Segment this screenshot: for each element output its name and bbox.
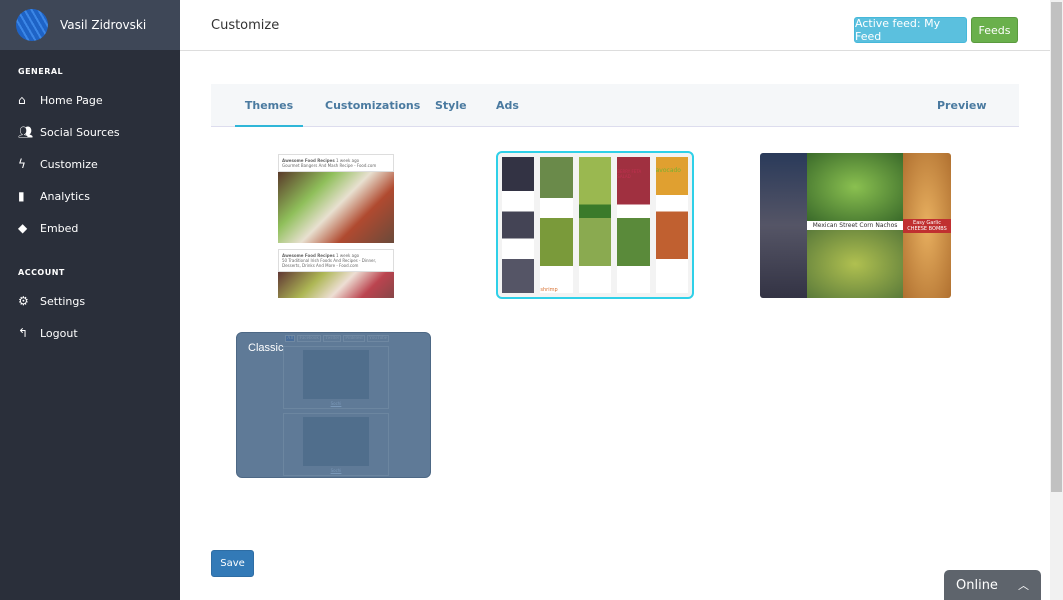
caption: shrimp — [540, 287, 558, 293]
theme-label: Classic — [248, 342, 284, 354]
users-icon: 👥︎ — [18, 125, 34, 139]
profile[interactable]: Vasil Zidrovski — [0, 0, 180, 50]
post-title: Gourmet Bangers And Mash Recipe - Food.c… — [282, 163, 377, 168]
tag-icon: ◆ — [18, 221, 28, 235]
tab-style[interactable]: Style — [435, 84, 467, 127]
theme-card-masonry[interactable]: shrimp BERRY FETA SALAD avocado — [496, 151, 694, 299]
scrollbar[interactable] — [1050, 0, 1063, 600]
post-image — [303, 417, 369, 466]
bolt-icon: ϟ — [18, 157, 26, 171]
post-image — [278, 272, 394, 298]
filter: Twitter — [322, 335, 342, 342]
tile: Easy Garlic CHEESE BOMBS — [903, 153, 951, 298]
tab-bar: Themes Customizations Style Ads Preview — [211, 84, 1019, 127]
sidebar: Vasil Zidrovski GENERAL ⌂ Home Page 👥︎ Soc… — [0, 0, 180, 600]
sidebar-item-social-sources[interactable]: 👥︎ Social Sources — [0, 116, 180, 148]
label: Embed — [40, 221, 79, 235]
filter: Facebook — [297, 335, 321, 342]
chat-widget[interactable]: Online ︿ — [944, 570, 1041, 600]
filter: YouTube — [366, 335, 389, 342]
column — [578, 157, 612, 293]
label: Logout — [40, 326, 78, 340]
tile — [760, 153, 807, 298]
label: Analytics — [40, 189, 90, 203]
chat-status: Online — [956, 577, 998, 593]
tab-customizations[interactable]: Customizations — [325, 84, 420, 127]
label: Settings — [40, 294, 86, 308]
active-feed-button[interactable]: Active feed: My Feed — [854, 17, 967, 43]
column: shrimp — [540, 157, 573, 293]
caption: Mexican Street Corn Nachos — [807, 221, 903, 230]
tile-image — [807, 230, 903, 298]
column — [502, 157, 535, 293]
scrollbar-thumb[interactable] — [1051, 2, 1062, 492]
sidebar-item-embed[interactable]: ◆ Embed — [0, 212, 180, 244]
label: Social Sources — [40, 125, 120, 139]
tile-image — [807, 153, 903, 221]
post-image — [303, 350, 369, 399]
theme-card-classic[interactable]: All Facebook Twitter Pinterest YouTube S… — [236, 332, 431, 478]
classic-post: Sochi — [283, 413, 389, 476]
section-account: ACCOUNT — [18, 268, 65, 277]
sidebar-item-customize[interactable]: ϟ Customize — [0, 148, 180, 180]
page-title: Customize — [211, 17, 280, 33]
post-link: Sochi — [330, 401, 342, 406]
post-header: Awesome Food Recipes 1 week ago 50 Tradit… — [278, 249, 394, 272]
classic-filters: All Facebook Twitter Pinterest YouTube — [285, 335, 389, 342]
label: Customize — [40, 157, 98, 171]
user-name: Vasil Zidrovski — [60, 18, 147, 32]
filter: All — [285, 335, 296, 342]
gear-icon: ⚙ — [18, 294, 29, 308]
sidebar-item-home[interactable]: ⌂ Home Page — [0, 84, 180, 116]
feeds-button[interactable]: Feeds — [971, 17, 1018, 43]
sidebar-item-logout[interactable]: ↰ Logout — [0, 317, 180, 349]
tab-preview[interactable]: Preview — [937, 84, 987, 127]
theme-card-grid[interactable]: Mexican Street Corn Nachos Easy Garlic C… — [760, 153, 951, 298]
post-title: 50 Traditional Irish Foods And Recipes -… — [282, 258, 377, 268]
tile: Mexican Street Corn Nachos — [807, 153, 903, 298]
sidebar-item-analytics[interactable]: ▮ Analytics — [0, 180, 180, 212]
post-image — [278, 172, 394, 243]
post-link: Sochi — [330, 468, 342, 473]
tab-ads[interactable]: Ads — [496, 84, 519, 127]
reply-icon: ↰ — [18, 326, 29, 340]
caption: Easy Garlic CHEESE BOMBS — [903, 218, 951, 233]
save-button[interactable]: Save — [211, 550, 254, 577]
avatar — [16, 9, 48, 41]
post-header: Awesome Food Recipes 1 week ago Gourmet B… — [278, 154, 394, 172]
chevron-up-icon[interactable]: ︿ — [1018, 577, 1029, 593]
tile-image — [903, 233, 951, 299]
tile-image — [903, 153, 951, 219]
bar-chart-icon: ▮ — [18, 189, 25, 203]
home-icon: ⌂ — [18, 93, 26, 107]
column: avocado — [655, 157, 689, 293]
sidebar-item-settings[interactable]: ⚙ Settings — [0, 285, 180, 317]
caption: avocado — [655, 166, 681, 174]
label: Home Page — [40, 93, 103, 107]
section-general: GENERAL — [18, 67, 64, 76]
tab-themes[interactable]: Themes — [235, 84, 303, 127]
filter: Pinterest — [343, 335, 365, 342]
column: BERRY FETA SALAD — [617, 157, 650, 293]
theme-card-list[interactable]: Awesome Food Recipes 1 week ago Gourmet B… — [278, 154, 394, 298]
caption: BERRY FETA SALAD — [617, 169, 642, 180]
classic-post: Sochi — [283, 346, 389, 409]
